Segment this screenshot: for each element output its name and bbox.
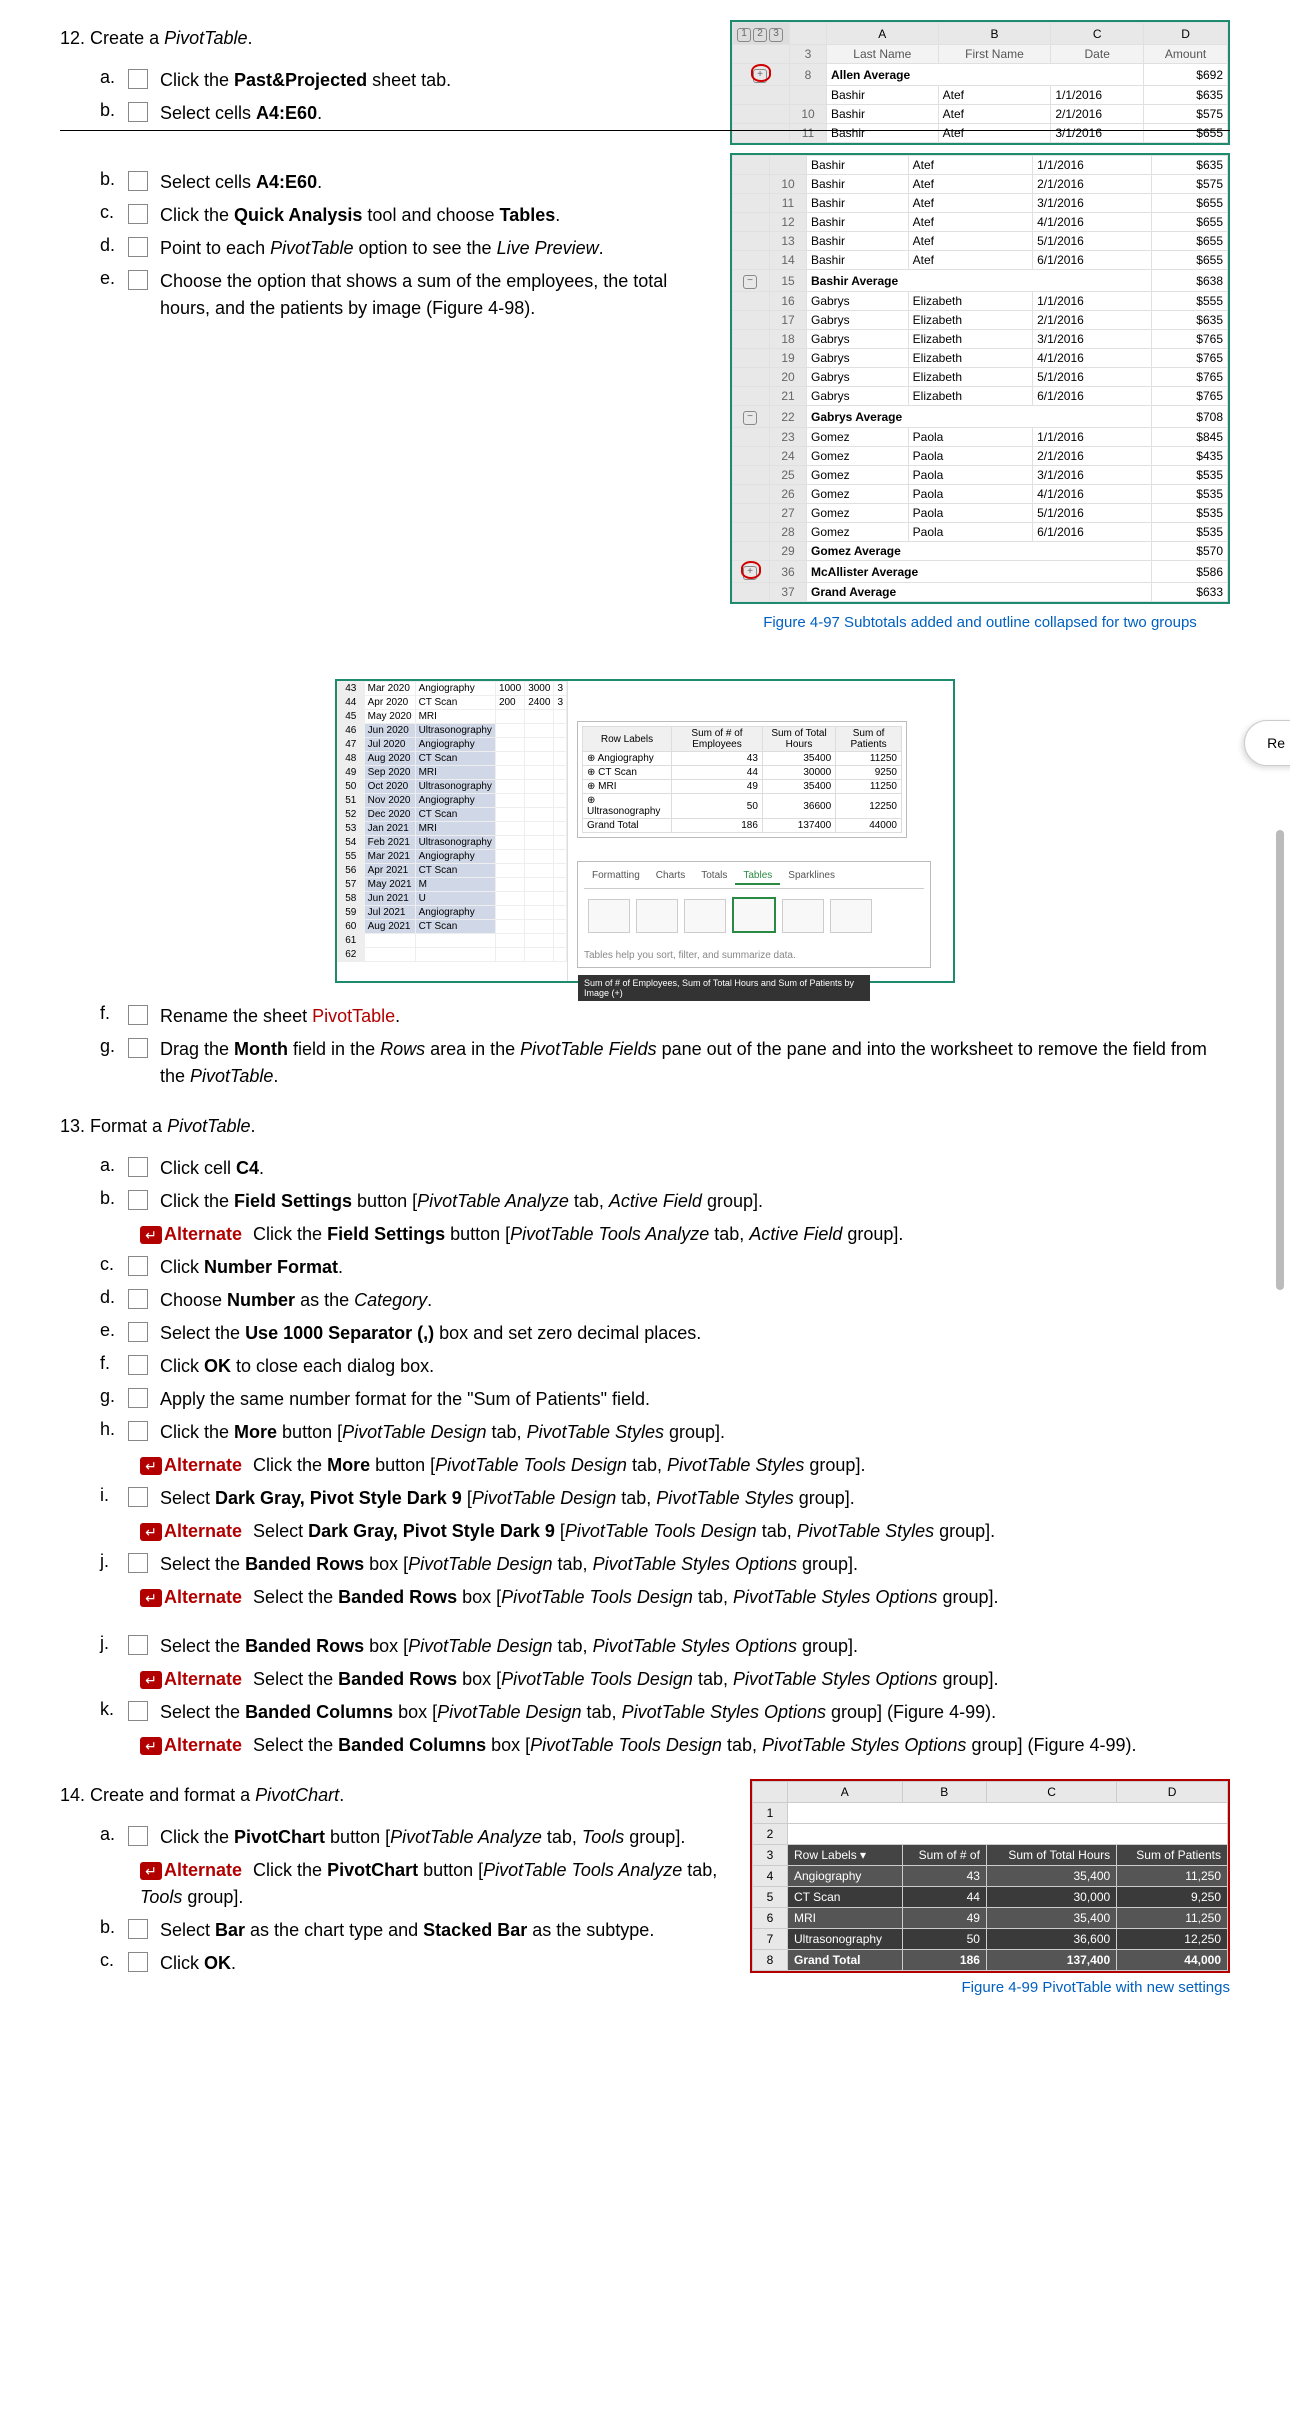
step-13-b-alt: ↵Alternate Click the Field Settings butt…	[140, 1221, 1230, 1248]
checkbox[interactable]	[128, 1190, 148, 1210]
step-14-b: b. Select Bar as the chart type and Stac…	[100, 1917, 730, 1944]
feedback-bubble[interactable]: Re	[1244, 720, 1290, 766]
alternate-icon: ↵	[140, 1671, 162, 1689]
step-12-b: b. Select cells A4:E60.	[100, 100, 710, 127]
step-13-i: i. Select Dark Gray, Pivot Style Dark 9 …	[100, 1485, 1230, 1512]
alternate-icon: ↵	[140, 1226, 162, 1244]
step-12-e: e. Choose the option that shows a sum of…	[100, 268, 710, 322]
checkbox[interactable]	[128, 171, 148, 191]
checkbox[interactable]	[128, 1355, 148, 1375]
fig97-top-table: 123ABCD3Last NameFirst NameDateAmount+8A…	[732, 22, 1228, 143]
checkbox[interactable]	[128, 1701, 148, 1721]
step-13-j-alt: ↵Alternate Select the Banded Rows box [P…	[140, 1584, 1230, 1611]
checkbox[interactable]	[128, 1826, 148, 1846]
alternate-icon: ↵	[140, 1862, 162, 1880]
fig97-bottom-table: BashirAtef1/1/2016$63510BashirAtef2/1/20…	[732, 155, 1228, 602]
checkbox[interactable]	[128, 69, 148, 89]
step-13-i-alt: ↵Alternate Select Dark Gray, Pivot Style…	[140, 1518, 1230, 1545]
step-13-j: j. Select the Banded Rows box [PivotTabl…	[100, 1551, 1230, 1578]
checkbox[interactable]	[128, 1421, 148, 1441]
checkbox[interactable]	[128, 1635, 148, 1655]
alternate-icon: ↵	[140, 1523, 162, 1541]
step-13-h: h. Click the More button [PivotTable Des…	[100, 1419, 1230, 1446]
checkbox[interactable]	[128, 1157, 148, 1177]
step-13-b: b. Click the Field Settings button [Pivo…	[100, 1188, 1230, 1215]
alternate-icon: ↵	[140, 1589, 162, 1607]
checkbox[interactable]	[128, 1038, 148, 1058]
step-13-k-alt: ↵Alternate Select the Banded Columns box…	[140, 1732, 1230, 1759]
checkbox[interactable]	[128, 1322, 148, 1342]
step-14-c: c. Click OK.	[100, 1950, 730, 1977]
alternate-icon: ↵	[140, 1737, 162, 1755]
figure-4-97: 123ABCD3Last NameFirst NameDateAmount+8A…	[730, 20, 1230, 145]
page-cut-line	[60, 130, 1230, 131]
figure-4-97-caption: Figure 4-97 Subtotals added and outline …	[730, 614, 1230, 631]
step-12-d: d. Point to each PivotTable option to se…	[100, 235, 710, 262]
checkbox[interactable]	[128, 204, 148, 224]
step-13-j-duplicate: j. Select the Banded Rows box [PivotTabl…	[100, 1633, 1230, 1660]
checkbox[interactable]	[128, 1005, 148, 1025]
step-12-c: c. Click the Quick Analysis tool and cho…	[100, 202, 710, 229]
step-13-j-dup-alt: ↵Alternate Select the Banded Rows box [P…	[140, 1666, 1230, 1693]
step-13-g: g. Apply the same number format for the …	[100, 1386, 1230, 1413]
checkbox[interactable]	[128, 1487, 148, 1507]
figure-4-98: 43Mar 2020Angiography10003000344Apr 2020…	[335, 679, 955, 983]
checkbox[interactable]	[128, 1256, 148, 1276]
step-13-f: f. Click OK to close each dialog box.	[100, 1353, 1230, 1380]
step-13-k: k. Select the Banded Columns box [PivotT…	[100, 1699, 1230, 1726]
figure-4-99-caption: Figure 4-99 PivotTable with new settings	[750, 1979, 1230, 1996]
checkbox[interactable]	[128, 1952, 148, 1972]
checkbox[interactable]	[128, 1388, 148, 1408]
step-13-h-alt: ↵Alternate Click the More button [PivotT…	[140, 1452, 1230, 1479]
scrollbar-thumb[interactable]	[1276, 830, 1284, 1290]
checkbox[interactable]	[128, 237, 148, 257]
checkbox[interactable]	[128, 1919, 148, 1939]
checkbox[interactable]	[128, 270, 148, 290]
step-12-a: a. Click the Past&Projected sheet tab.	[100, 67, 710, 94]
step-12-g: g. Drag the Month field in the Rows area…	[100, 1036, 1230, 1090]
alternate-icon: ↵	[140, 1457, 162, 1475]
step-14-a: a. Click the PivotChart button [PivotTab…	[100, 1824, 730, 1851]
checkbox[interactable]	[128, 1553, 148, 1573]
step-13-e: e. Select the Use 1000 Separator (,) box…	[100, 1320, 1230, 1347]
step-12-b-repeat: b. Select cells A4:E60.	[100, 169, 710, 196]
step-13-a: a. Click cell C4.	[100, 1155, 1230, 1182]
step-13: 13. Format a PivotTable.	[60, 1116, 1230, 1137]
step-13-d: d. Choose Number as the Category.	[100, 1287, 1230, 1314]
figure-4-99: ABCD123Row Labels ▾Sum of # ofSum of Tot…	[750, 1779, 1230, 2014]
step-12-f: f. Rename the sheet PivotTable.	[100, 1003, 1230, 1030]
checkbox[interactable]	[128, 102, 148, 122]
step-13-c: c. Click Number Format.	[100, 1254, 1230, 1281]
figure-4-97-extended: BashirAtef1/1/2016$63510BashirAtef2/1/20…	[730, 153, 1230, 649]
checkbox[interactable]	[128, 1289, 148, 1309]
